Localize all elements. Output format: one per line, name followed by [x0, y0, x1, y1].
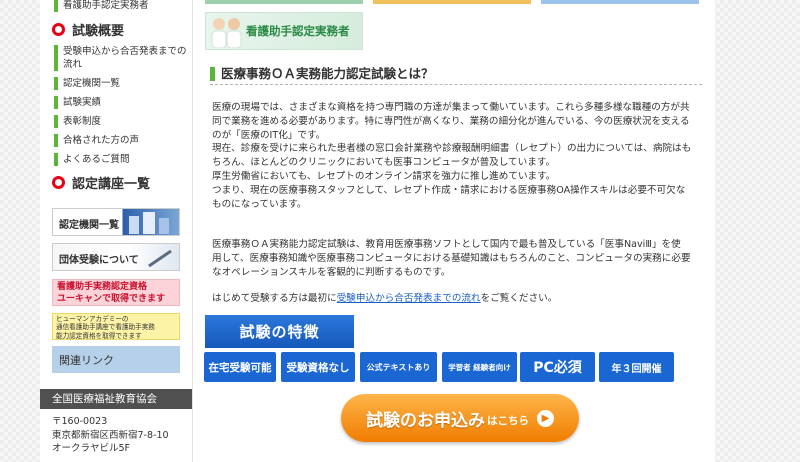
- heading-bar: [210, 67, 215, 81]
- feature-no-qualification: 受験資格なし: [281, 352, 355, 382]
- flow-link[interactable]: 受験申込から合否発表までの流れ: [337, 293, 481, 304]
- banner-strip: [205, 0, 363, 4]
- accredited-list-banner[interactable]: 認定機関一覧: [52, 208, 180, 236]
- sidebar-item-flow[interactable]: 受験申込から合否発表までの流れ: [54, 45, 195, 71]
- banner-line: 通信看護助手講座で看護助手実務: [56, 323, 155, 332]
- banner-label: 看護助手認定実務者: [246, 24, 350, 38]
- org-address-line1: 東京都新宿区西新宿7-8-10: [52, 429, 169, 441]
- banner-strip: [541, 0, 699, 4]
- exam-description-paragraph: 医療事務ＯＡ実務能力認定試験は、教育用医療事務ソフトとして国内で最も普及している…: [212, 239, 691, 278]
- intro-paragraph: 医療の現場では、さまざまな資格を持つ専門職の方達が集まって働いています。これら多…: [212, 102, 692, 210]
- related-links-banner[interactable]: 関連リンク: [52, 346, 180, 373]
- org-address-line2: オークラヤビル5F: [52, 443, 131, 454]
- sidebar-item-label: よくあるご質問: [63, 154, 130, 165]
- feature-official-textbook: 公式テキストあり: [360, 352, 437, 382]
- sidebar-item-testimonials[interactable]: 合格された方の声: [54, 134, 195, 147]
- nurses-photo-icon: [211, 18, 242, 48]
- feature-home-exam: 在宅受験可能: [204, 352, 276, 382]
- sidebar-item-exam-results[interactable]: 試験実績: [54, 96, 195, 109]
- banner-line: 看護助手実務認定資格: [57, 282, 148, 292]
- sidebar-item-accredited-list[interactable]: 認定機関一覧: [54, 77, 195, 90]
- sidebar-item-label: 認定機関一覧: [63, 78, 121, 89]
- first-time-paragraph: はじめて受験する方は最初に受験申込から合否発表までの流れをご覧ください。: [212, 293, 558, 304]
- features-title: 試験の特徴: [205, 315, 354, 348]
- banner-line: 能力認定資格を取得できます: [56, 331, 142, 340]
- apply-button-label: 試験のお申込み: [366, 410, 485, 431]
- circle-bullet-icon: [52, 176, 65, 189]
- sidebar-item-nurse-aide[interactable]: 看護助手認定実務者: [54, 0, 195, 12]
- apply-button[interactable]: 試験のお申込み はこちら ▶: [341, 394, 579, 442]
- sidebar-item-label: 看護助手認定実務者: [63, 0, 149, 11]
- main-content: 看護助手認定実務者 医療事務ＯＡ実務能力認定試験とは？ 医療の現場では、さまざま…: [192, 0, 715, 462]
- human-academy-banner[interactable]: ヒューマンアカデミーの 通信看護助手講座で看護助手実務 能力認定資格を取得できま…: [52, 313, 180, 340]
- feature-pc-required: PC必須: [520, 352, 595, 382]
- page-title: 医療事務ＯＡ実務能力認定試験とは？: [221, 66, 434, 81]
- org-name: 全国医療福祉教育協会: [40, 389, 192, 409]
- nurse-aide-banner[interactable]: 看護助手認定実務者: [205, 12, 363, 50]
- nurse-aide-ucan-banner[interactable]: 看護助手実務認定資格 ユーキャンで取得できます: [52, 279, 180, 306]
- sidebar-item-faq[interactable]: よくあるご質問: [54, 153, 195, 166]
- section-heading: 医療事務ＯＡ実務能力認定試験とは？: [210, 67, 702, 85]
- org-postal: 〒160-0023: [52, 416, 108, 427]
- sidebar: 看護助手認定実務者 試験概要 受験申込から合否発表までの流れ 認定機関一覧 試験…: [40, 0, 192, 462]
- arrow-right-icon: ▶: [537, 409, 554, 427]
- banner-label: 認定機関一覧: [59, 220, 119, 231]
- sidebar-item-label: 受験申込から合否発表までの流れ: [63, 46, 187, 70]
- group-exam-banner[interactable]: 団体受験について: [52, 243, 180, 271]
- banner-strip: [373, 0, 531, 4]
- feature-learners-experienced: 学習者 経験者向け: [442, 352, 517, 382]
- apply-button-suffix: はこちら: [487, 414, 529, 427]
- pen-icon: [148, 249, 172, 268]
- sidebar-item-awards[interactable]: 表彰制度: [54, 115, 195, 128]
- banner-line: ユーキャンで取得できます: [57, 293, 166, 304]
- sidebar-item-label: 表彰制度: [63, 116, 102, 127]
- sidebar-item-label: 合格された方の声: [63, 135, 140, 146]
- buildings-icon: [129, 212, 169, 234]
- section-title-course-list: 認定講座一覧: [52, 173, 150, 192]
- sidebar-item-label: 試験実績: [63, 97, 102, 108]
- banner-label: 関連リンク: [59, 354, 114, 367]
- circle-bullet-icon: [52, 23, 65, 36]
- section-title-exam-overview: 試験概要: [52, 20, 124, 39]
- feature-three-times-yearly: 年３回開催: [599, 352, 674, 382]
- banner-label: 団体受験について: [59, 255, 139, 266]
